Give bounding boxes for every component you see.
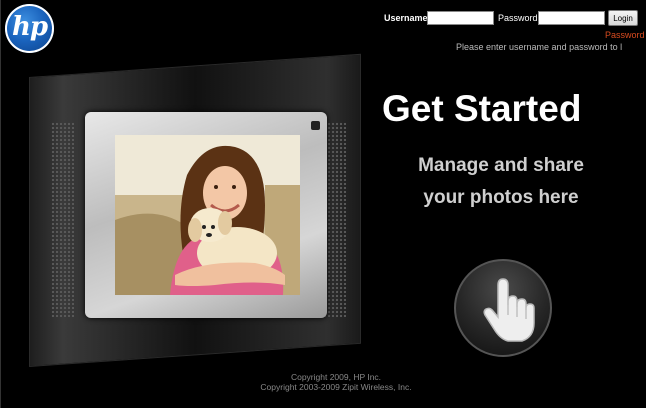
- frame-photo: [115, 135, 300, 295]
- password-input[interactable]: [538, 11, 605, 25]
- copyright-line-1: Copyright 2009, HP Inc.: [290, 372, 382, 382]
- username-label: Username: [384, 13, 428, 23]
- subtitle-line-2: your photos here: [423, 187, 579, 208]
- hp-logo[interactable]: hp: [5, 4, 54, 53]
- frame-button-icon: [311, 121, 320, 130]
- login-button[interactable]: Login: [608, 10, 638, 26]
- pointing-hand-icon: [483, 278, 535, 342]
- hp-logo-text: hp: [11, 12, 48, 42]
- speaker-grille-left: [51, 122, 74, 317]
- subtitle-line-1: Manage and share: [418, 155, 584, 176]
- username-input[interactable]: [427, 11, 494, 25]
- page-title: Get Started: [382, 88, 582, 129]
- page: hp Username Password Login Password Plea…: [0, 0, 646, 408]
- get-started-button[interactable]: [454, 259, 552, 357]
- forgot-password-link[interactable]: Password: [605, 30, 645, 40]
- page-subtitle: Manage and share your photos here: [391, 150, 611, 214]
- login-hint: Please enter username and password to l: [456, 42, 623, 52]
- copyright-line-2: Copyright 2003-2009 Zipit Wireless, Inc.: [260, 382, 412, 392]
- password-label: Password: [498, 13, 538, 23]
- copyright: Copyright 2009, HP Inc. Copyright 2003-2…: [241, 372, 431, 392]
